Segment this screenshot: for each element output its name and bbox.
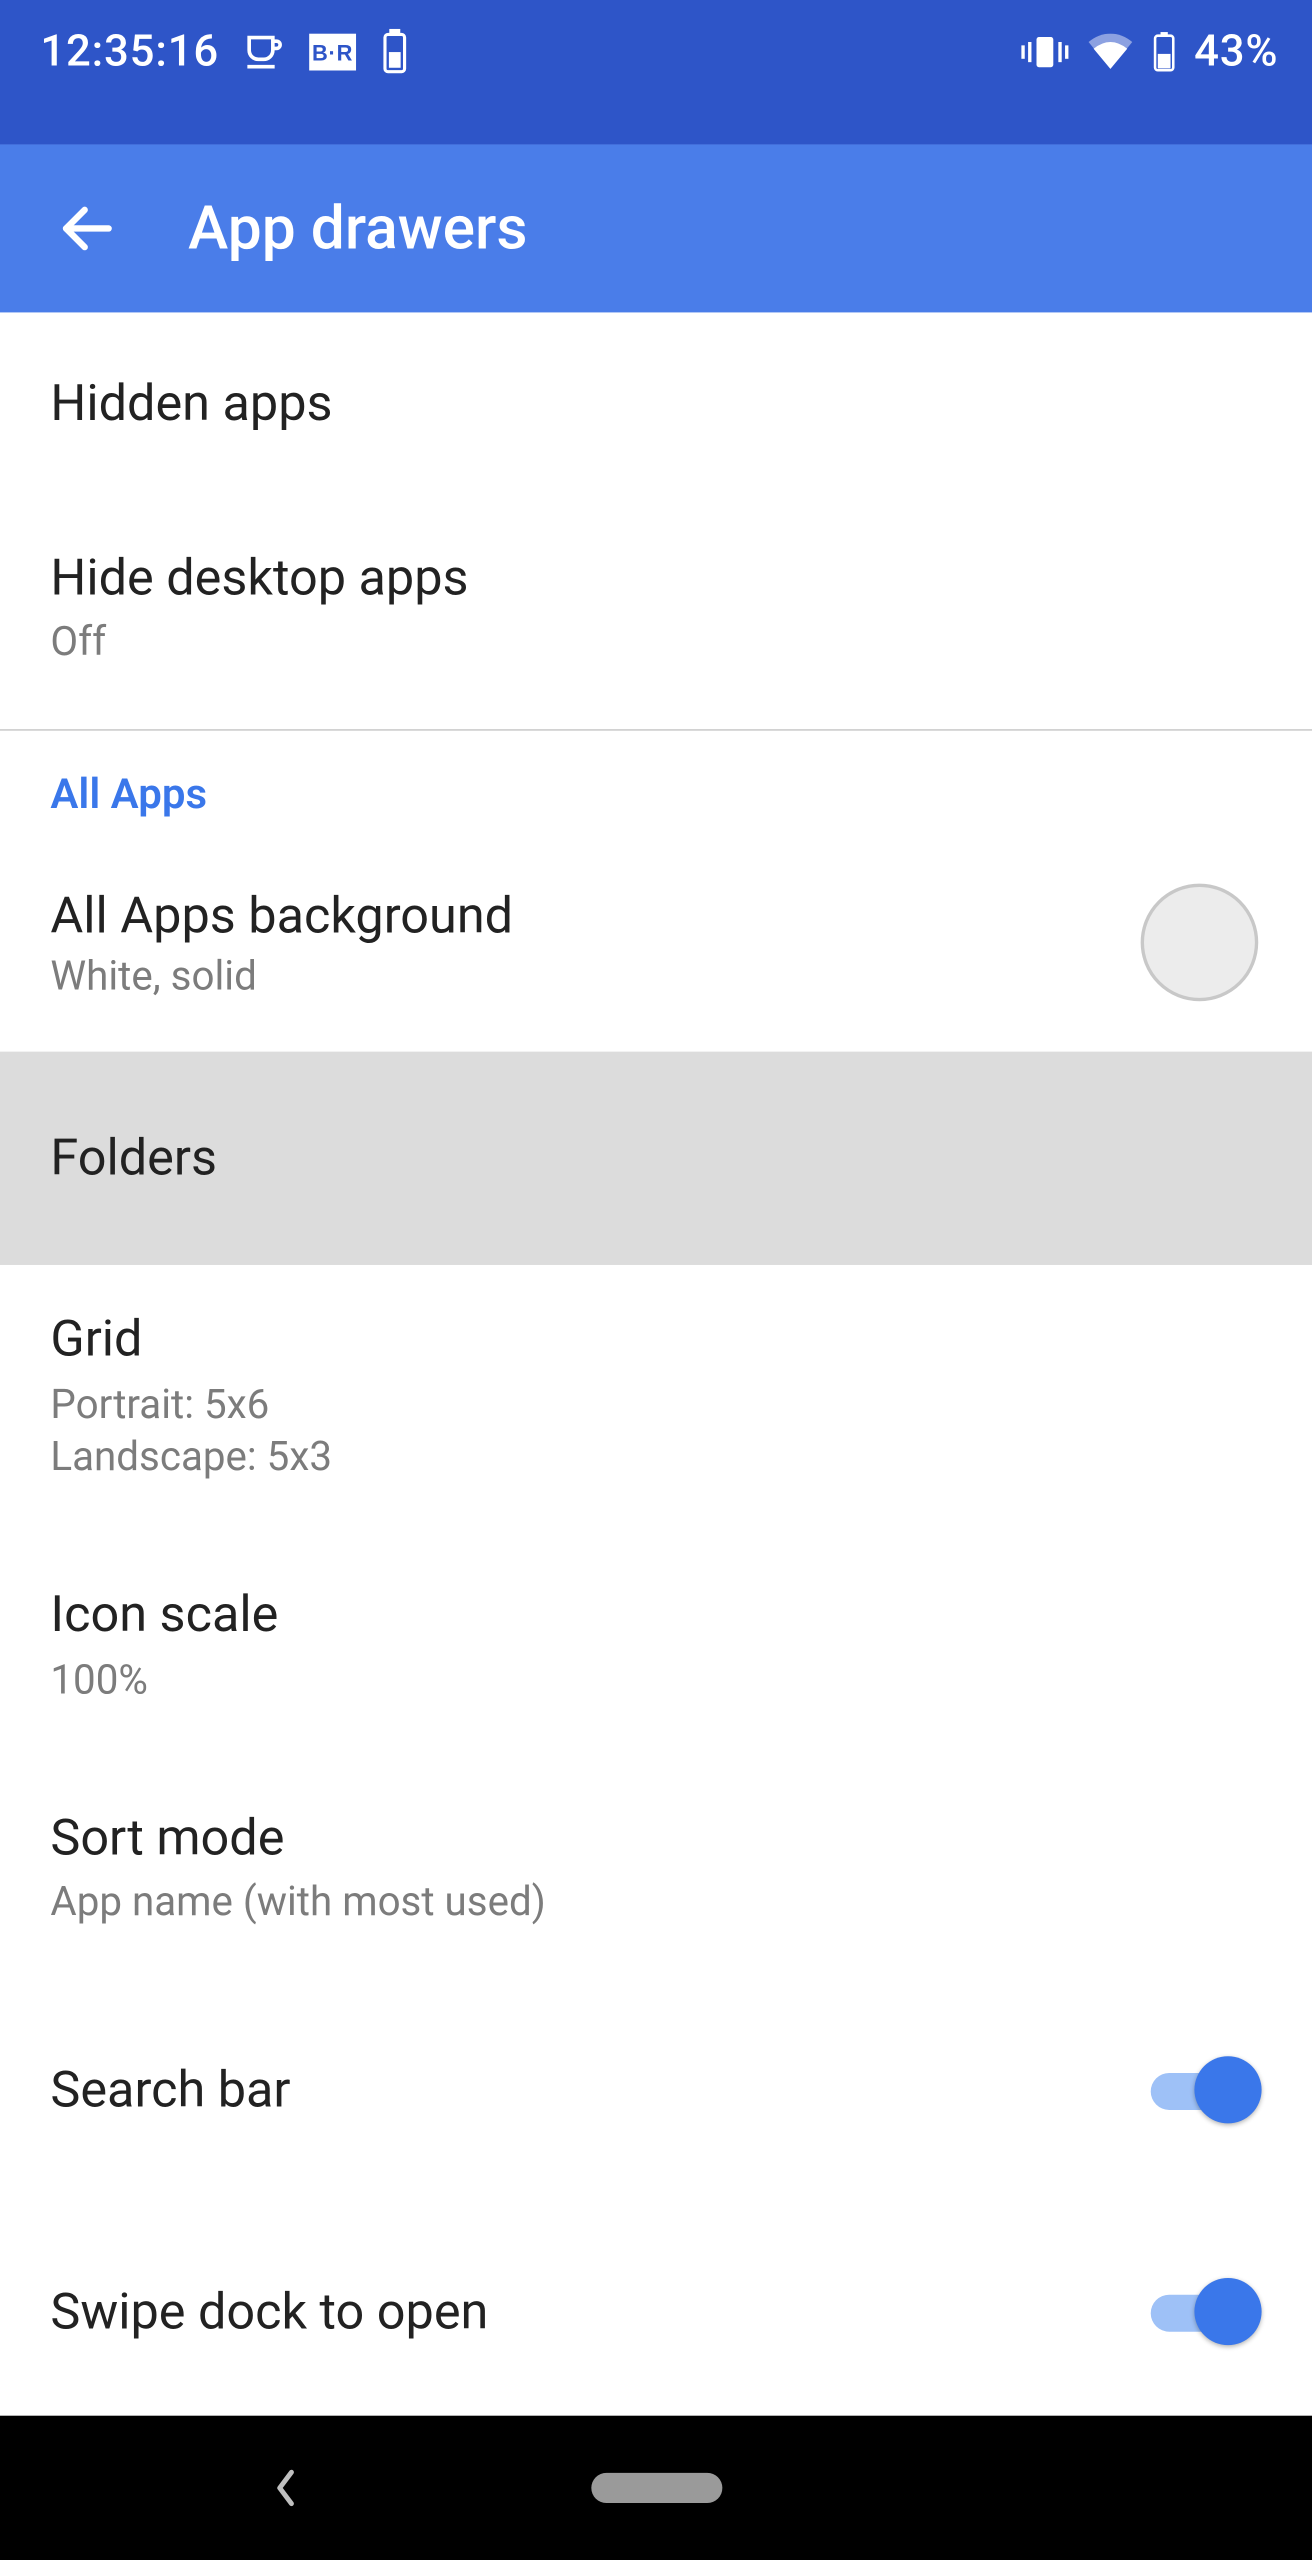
battery-icon bbox=[1150, 30, 1177, 74]
row-title: Search bar bbox=[50, 2061, 290, 2120]
nav-home-pill[interactable] bbox=[590, 2473, 721, 2503]
row-title: Swipe dock to open bbox=[50, 2283, 488, 2342]
row-subtitle: Off bbox=[50, 617, 1261, 669]
row-subtitle: 100% bbox=[50, 1654, 1261, 1706]
row-subtitle: White, solid bbox=[50, 952, 513, 999]
row-title: Grid bbox=[50, 1309, 1261, 1372]
row-subtitle-1: Portrait: 5x6 bbox=[50, 1379, 1261, 1431]
coffee-icon bbox=[243, 30, 287, 74]
wifi-icon bbox=[1087, 34, 1134, 71]
row-title: Folders bbox=[50, 1129, 1261, 1188]
br-app-icon: B·R bbox=[310, 34, 357, 71]
row-icon-scale[interactable]: Icon scale 100% bbox=[0, 1534, 1312, 1757]
row-title: Icon scale bbox=[50, 1584, 1261, 1647]
row-folders[interactable]: Folders bbox=[0, 1052, 1312, 1265]
row-title: Sort mode bbox=[50, 1807, 1261, 1870]
row-all-apps-background[interactable]: All Apps background White, solid bbox=[0, 840, 1312, 1052]
vibrate-icon bbox=[1019, 32, 1069, 72]
row-title: Hidden apps bbox=[50, 373, 1261, 436]
row-grid[interactable]: Grid Portrait: 5x6 Landscape: 5x3 bbox=[0, 1265, 1312, 1534]
battery-percent: 43% bbox=[1194, 27, 1278, 77]
color-swatch[interactable] bbox=[1141, 884, 1259, 1002]
row-swipe-dock[interactable]: Swipe dock to open bbox=[0, 2201, 1312, 2415]
row-hide-desktop-apps[interactable]: Hide desktop apps Off bbox=[0, 496, 1312, 719]
section-header-all-apps: All Apps bbox=[0, 731, 1312, 840]
app-bar: App drawers bbox=[0, 144, 1312, 312]
row-title: Hide desktop apps bbox=[50, 547, 1261, 610]
row-sort-mode[interactable]: Sort mode App name (with most used) bbox=[0, 1757, 1312, 1980]
battery-outline-icon bbox=[380, 29, 410, 76]
row-subtitle: App name (with most used) bbox=[50, 1877, 1261, 1929]
row-search-bar[interactable]: Search bar bbox=[0, 1980, 1312, 2202]
settings-list: Hidden apps Hide desktop apps Off All Ap… bbox=[0, 312, 1312, 2415]
back-button[interactable] bbox=[54, 195, 121, 262]
page-title: App drawers bbox=[188, 193, 527, 264]
row-subtitle-2: Landscape: 5x3 bbox=[50, 1431, 1261, 1483]
nav-back-button[interactable] bbox=[269, 2464, 303, 2511]
svg-text:B·R: B·R bbox=[313, 40, 354, 65]
row-hidden-apps[interactable]: Hidden apps bbox=[0, 312, 1312, 496]
status-bar: 12:35:16 B·R 43% bbox=[0, 0, 1312, 144]
row-title: All Apps background bbox=[50, 886, 513, 945]
toggle-search-bar[interactable] bbox=[1151, 2057, 1262, 2124]
toggle-swipe-dock[interactable] bbox=[1151, 2279, 1262, 2346]
navigation-bar bbox=[0, 2416, 1312, 2560]
status-time: 12:35:16 bbox=[40, 27, 219, 77]
